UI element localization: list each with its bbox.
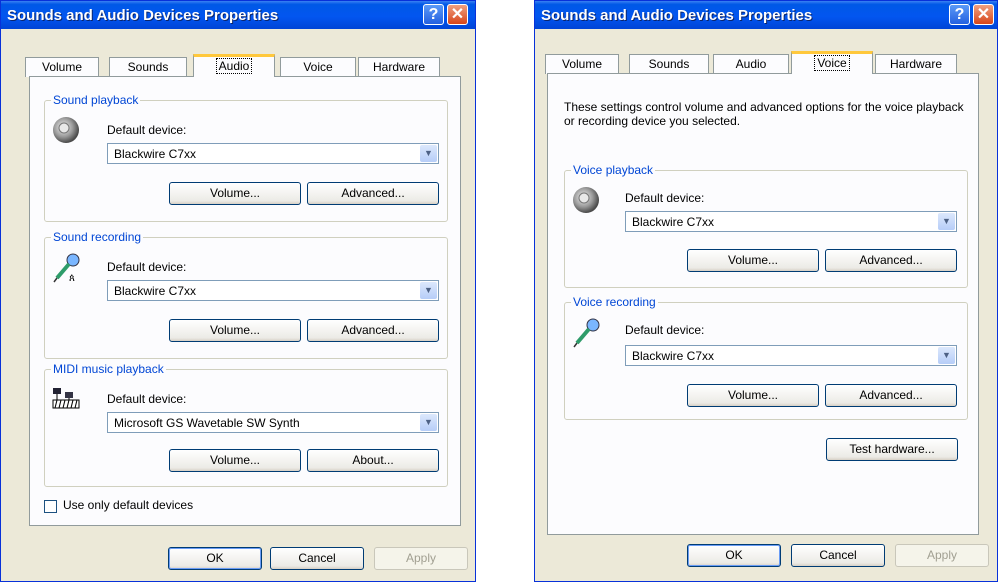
- volume-button[interactable]: Volume...: [169, 449, 301, 472]
- audio-tab-panel: Sound playback Default device: Blackwire…: [29, 76, 461, 526]
- voice-playback-group: Voice playback Default device: Blackwire…: [564, 163, 968, 288]
- apply-button[interactable]: Apply: [374, 547, 468, 570]
- cancel-button[interactable]: Cancel: [791, 544, 885, 567]
- tab-hardware[interactable]: Hardware: [875, 54, 957, 74]
- volume-button[interactable]: Volume...: [169, 319, 301, 342]
- default-device-label: Default device:: [625, 191, 705, 205]
- microphone-icon: [573, 318, 600, 348]
- cancel-button[interactable]: Cancel: [270, 547, 364, 570]
- title-bar[interactable]: Sounds and Audio Devices Properties ? ✕: [1, 1, 475, 29]
- close-button[interactable]: ✕: [973, 4, 994, 25]
- tab-voice[interactable]: Voice: [280, 57, 356, 77]
- default-device-label: Default device:: [107, 123, 187, 137]
- voice-recording-device-select[interactable]: Blackwire C7xx ▼: [625, 345, 957, 366]
- tab-sounds[interactable]: Sounds: [109, 57, 187, 77]
- midi-device-select[interactable]: Microsoft GS Wavetable SW Synth ▼: [107, 412, 439, 433]
- group-label: Voice recording: [571, 295, 658, 309]
- window-title: Sounds and Audio Devices Properties: [7, 7, 279, 24]
- default-device-label: Default device:: [107, 260, 187, 274]
- title-bar[interactable]: Sounds and Audio Devices Properties ? ✕: [535, 1, 997, 29]
- voice-recording-group: Voice recording Default device: Blackwir…: [564, 295, 968, 420]
- selected-device: Blackwire C7xx: [114, 284, 197, 298]
- chevron-down-icon[interactable]: ▼: [420, 145, 437, 162]
- close-button[interactable]: ✕: [447, 4, 468, 25]
- voice-properties-window: Sounds and Audio Devices Properties ? ✕ …: [534, 0, 998, 582]
- tab-volume[interactable]: Volume: [25, 57, 99, 77]
- chevron-down-icon[interactable]: ▼: [420, 282, 437, 299]
- midi-playback-group: MIDI music playback Default device: Micr…: [44, 362, 448, 487]
- group-label: Sound playback: [51, 93, 141, 107]
- window-title: Sounds and Audio Devices Properties: [541, 7, 813, 24]
- voice-tab-panel: These settings control volume and advanc…: [547, 73, 979, 535]
- chevron-down-icon[interactable]: ▼: [938, 213, 955, 230]
- use-default-devices-checkbox[interactable]: [44, 500, 57, 513]
- speaker-icon: [573, 187, 599, 213]
- recording-device-select[interactable]: Blackwire C7xx ▼: [107, 280, 439, 301]
- tab-volume[interactable]: Volume: [545, 54, 619, 74]
- tab-sounds[interactable]: Sounds: [629, 54, 709, 74]
- advanced-button[interactable]: Advanced...: [825, 384, 957, 407]
- group-label: MIDI music playback: [51, 362, 166, 376]
- ok-button[interactable]: OK: [168, 547, 262, 570]
- midi-keyboard-icon: [52, 388, 80, 409]
- use-default-devices-label: Use only default devices: [63, 498, 194, 512]
- selected-device: Blackwire C7xx: [632, 349, 715, 363]
- about-button[interactable]: About...: [307, 449, 439, 472]
- tab-hardware[interactable]: Hardware: [358, 57, 440, 77]
- playback-device-select[interactable]: Blackwire C7xx ▼: [107, 143, 439, 164]
- volume-button[interactable]: Volume...: [169, 182, 301, 205]
- tab-audio[interactable]: Audio: [193, 54, 275, 77]
- help-button[interactable]: ?: [949, 4, 970, 25]
- test-hardware-button[interactable]: Test hardware...: [826, 438, 958, 461]
- volume-button[interactable]: Volume...: [687, 249, 819, 272]
- tab-audio[interactable]: Audio: [713, 54, 789, 74]
- audio-properties-window: Sounds and Audio Devices Properties ? ✕ …: [0, 0, 476, 582]
- group-label: Voice playback: [571, 163, 656, 177]
- ok-button[interactable]: OK: [687, 544, 781, 567]
- sound-playback-group: Sound playback Default device: Blackwire…: [44, 93, 448, 222]
- tab-voice[interactable]: Voice: [791, 51, 873, 74]
- default-device-label: Default device:: [107, 392, 187, 406]
- voice-intro-text: These settings control volume and advanc…: [564, 100, 964, 128]
- volume-button[interactable]: Volume...: [687, 384, 819, 407]
- microphone-icon: ጰ: [53, 253, 80, 284]
- voice-playback-device-select[interactable]: Blackwire C7xx ▼: [625, 211, 957, 232]
- group-label: Sound recording: [51, 230, 144, 244]
- advanced-button[interactable]: Advanced...: [825, 249, 957, 272]
- selected-device: Blackwire C7xx: [114, 147, 197, 161]
- chevron-down-icon[interactable]: ▼: [420, 414, 437, 431]
- svg-text:ጰ: ጰ: [69, 273, 75, 284]
- advanced-button[interactable]: Advanced...: [307, 319, 439, 342]
- advanced-button[interactable]: Advanced...: [307, 182, 439, 205]
- chevron-down-icon[interactable]: ▼: [938, 347, 955, 364]
- speaker-icon: [53, 117, 79, 143]
- default-device-label: Default device:: [625, 323, 705, 337]
- sound-recording-group: Sound recording ጰ Default device: Blackw…: [44, 230, 448, 359]
- help-button[interactable]: ?: [423, 4, 444, 25]
- selected-device: Microsoft GS Wavetable SW Synth: [114, 416, 300, 430]
- selected-device: Blackwire C7xx: [632, 215, 715, 229]
- apply-button[interactable]: Apply: [895, 544, 989, 567]
